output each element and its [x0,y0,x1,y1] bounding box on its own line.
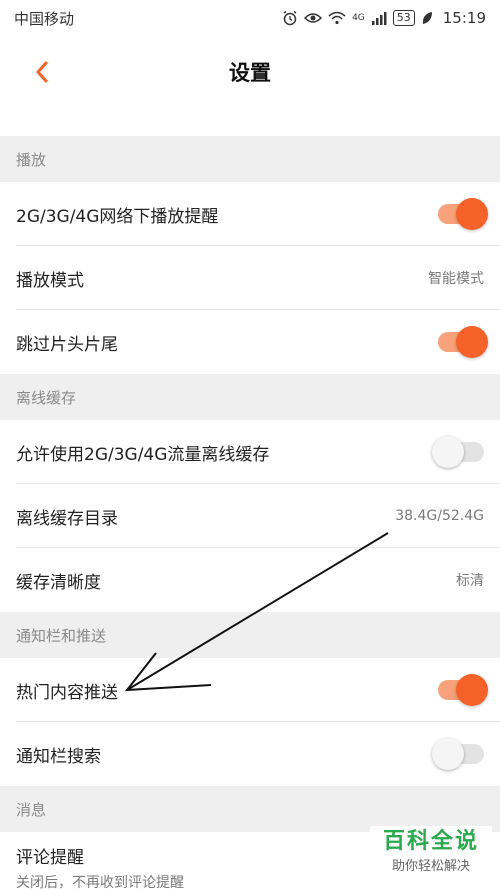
network-type: 4G [352,13,365,23]
setting-value: 智能模式 [428,271,484,287]
setting-label: 2G/3G/4G网络下播放提醒 [16,206,219,227]
nav-bar: 设置 [0,36,500,108]
status-time: 15:19 [442,9,486,27]
setting-label: 评论提醒 [16,847,84,868]
allow-mobile-cache-toggle[interactable] [432,436,484,468]
watermark-subtitle: 助你轻松解决 [391,859,470,874]
leaf-icon [422,12,432,24]
settings-list[interactable]: ​ 播放 2G/3G/4G网络下播放提醒 播放模式 智能模式 跳过片头片尾 离线… [0,108,500,889]
section-header-notify: 通知栏和推送 [0,612,500,658]
network-play-reminder-toggle[interactable] [438,198,488,230]
eye-icon [304,13,323,23]
section-header-playback: 播放 [0,136,500,182]
setting-skip-intro[interactable]: 跳过片头片尾 [0,310,500,374]
cut-off-row: ​ [0,108,500,136]
skip-intro-toggle[interactable] [438,326,488,358]
signal-icon [371,12,387,25]
wifi-icon [328,11,346,25]
page-title: 设置 [229,61,271,85]
section-header-offline: 离线缓存 [0,374,500,420]
setting-hot-content-push[interactable]: 热门内容推送 [0,658,500,722]
hot-content-push-toggle[interactable] [438,674,488,706]
setting-label: 热门内容推送 [16,682,118,703]
notification-search-toggle[interactable] [432,738,484,770]
status-icons: 4G 53 15:19 [282,9,486,27]
battery-level: 53 [392,10,415,26]
setting-label: 缓存清晰度 [16,572,101,593]
setting-description: 关闭后，不再收到评论提醒 [16,874,184,889]
setting-cache-quality[interactable]: 缓存清晰度 标清 [0,548,500,612]
setting-label: 播放模式 [16,270,84,291]
setting-label: 通知栏搜索 [16,746,101,767]
watermark-title: 百科全说 [382,829,479,854]
carrier-name: 中国移动 [14,9,75,28]
alarm-icon [283,10,297,26]
setting-play-mode[interactable]: 播放模式 智能模式 [0,246,500,310]
setting-allow-mobile-cache[interactable]: 允许使用2G/3G/4G流量离线缓存 [0,420,500,484]
setting-label: 允许使用2G/3G/4G流量离线缓存 [16,444,270,465]
setting-notification-search[interactable]: 通知栏搜索 [0,722,500,786]
setting-network-play-reminder[interactable]: 2G/3G/4G网络下播放提醒 [0,182,500,246]
chevron-left-icon [36,61,48,83]
setting-cache-directory[interactable]: 离线缓存目录 38.4G/52.4G [0,484,500,548]
status-bar: 中国移动 4G 53 15:19 [0,0,500,36]
setting-value: 标清 [456,573,484,589]
setting-value: 38.4G/52.4G [395,508,484,524]
watermark-logo: 百科全说 助你轻松解决 [370,826,492,884]
setting-label: 跳过片头片尾 [16,334,118,355]
back-button[interactable] [24,54,60,90]
setting-label: 离线缓存目录 [16,508,118,529]
